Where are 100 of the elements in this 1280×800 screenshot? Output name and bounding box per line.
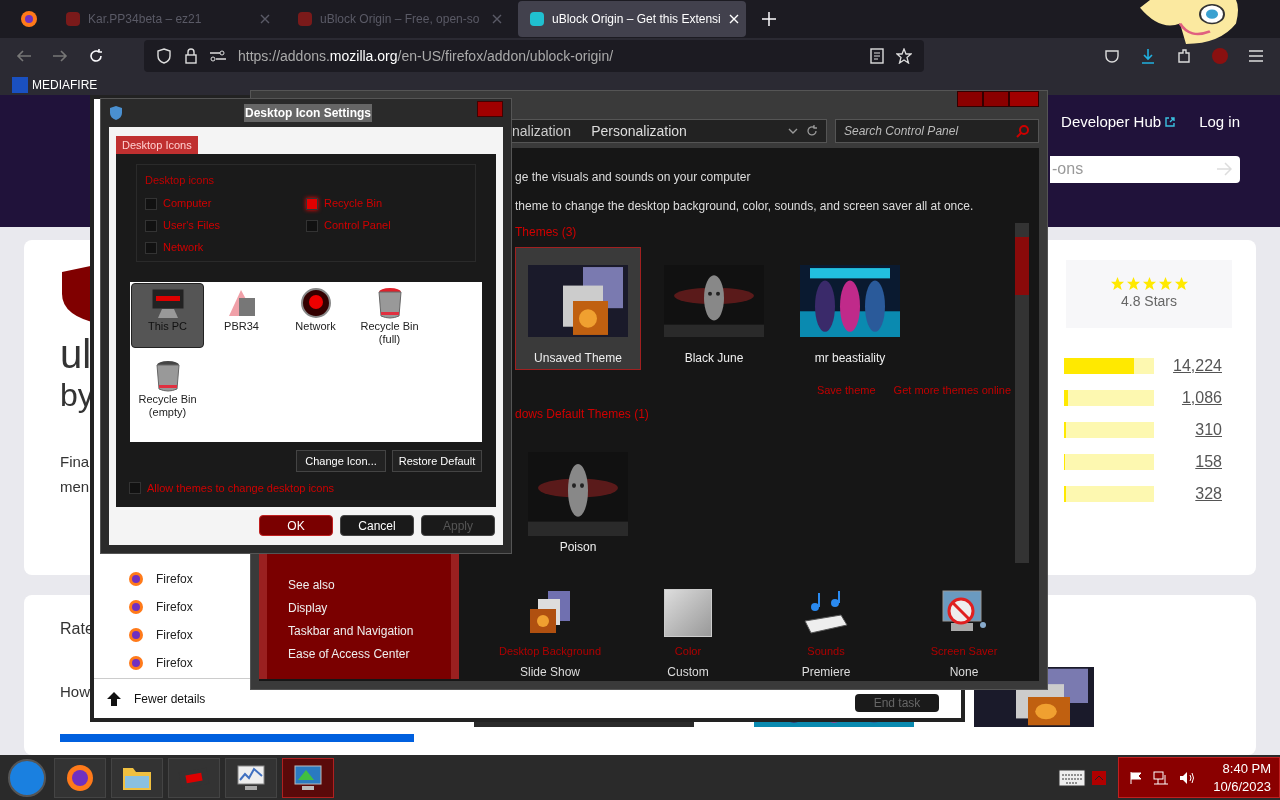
process-row[interactable]: Firefox: [128, 570, 193, 588]
browser-icon[interactable]: [20, 10, 38, 28]
setting-tile[interactable]: Sounds Premiere: [757, 586, 895, 681]
checkbox[interactable]: [145, 241, 157, 254]
bookmark-star-icon[interactable]: [896, 48, 912, 65]
process-row[interactable]: Firefox: [128, 598, 193, 616]
rating-count-link[interactable]: 14,224: [1173, 354, 1222, 378]
see-also-link[interactable]: Ease of Access Center: [288, 645, 451, 663]
reload-icon[interactable]: [88, 48, 104, 65]
header-link[interactable]: Developer Hub: [1061, 111, 1162, 134]
rating-count-link[interactable]: 1,086: [1181, 386, 1222, 410]
taskbar-app[interactable]: [282, 757, 334, 798]
theme-tile[interactable]: mr beastiality: [787, 247, 913, 370]
desktop-icon-item[interactable]: PBR34: [205, 283, 278, 348]
extensions-icon[interactable]: [1176, 48, 1192, 65]
address-bar[interactable]: https://addons.mozilla.org/en-US/firefox/addon/ublock-origin/: [144, 40, 924, 73]
browser-icon: [128, 599, 144, 615]
tab-title: uBlock Origin – Free, open-so: [320, 11, 480, 28]
setting-tile[interactable]: Screen Saver None: [895, 586, 1033, 681]
rating-count-link[interactable]: 158: [1195, 450, 1222, 474]
checkbox[interactable]: [306, 219, 318, 232]
volume-icon[interactable]: [1179, 770, 1196, 785]
desktop-icon-item[interactable]: Recycle Bin (empty): [131, 356, 204, 421]
clock-date[interactable]: 10/6/2023: [1213, 777, 1271, 796]
setting-tile[interactable]: Desktop Background Slide Show: [481, 586, 619, 681]
browser-icon: [128, 655, 144, 671]
rating-count-link[interactable]: 310: [1195, 418, 1222, 442]
process-name: Firefox: [156, 599, 193, 616]
search-icon[interactable]: [1016, 124, 1030, 138]
checkbox[interactable]: [145, 219, 157, 232]
section-heading: dows Default Themes (1): [515, 405, 649, 423]
network-icon[interactable]: [1153, 770, 1170, 785]
search-field[interactable]: Search Control Panel: [835, 119, 1039, 143]
process-row[interactable]: Firefox: [128, 626, 193, 644]
details-toggle[interactable]: Fewer details: [134, 689, 206, 708]
clock-time[interactable]: 8:40 PM: [1222, 759, 1271, 778]
checkbox[interactable]: [129, 482, 141, 495]
setting-value: Slide Show: [519, 664, 580, 681]
header-link[interactable]: Log in: [1199, 111, 1240, 134]
taskbar-app[interactable]: [225, 757, 277, 798]
lock-icon: [184, 48, 198, 65]
setting-value: Custom: [667, 664, 709, 681]
setting-value: None: [949, 664, 979, 681]
section-heading: Themes (3): [515, 224, 577, 241]
dialog-button[interactable]: OK: [259, 515, 333, 536]
change-icon-button[interactable]: Change Icon...: [296, 450, 386, 472]
pocket-icon[interactable]: [1104, 48, 1120, 65]
scrollbar-thumb[interactable]: [1015, 237, 1029, 295]
desktop-icon-item[interactable]: Recycle Bin (full): [353, 283, 426, 348]
checkbox-label: Network: [163, 240, 204, 256]
breadcrumb[interactable]: Personalization: [591, 120, 687, 142]
restore-default-button[interactable]: Restore Default: [392, 450, 482, 472]
intro-text: ge the visuals and sounds on your computer: [515, 169, 752, 186]
browser-icon: [65, 762, 95, 793]
reader-view-icon[interactable]: [870, 48, 884, 65]
rating-scale[interactable]: [60, 733, 414, 742]
process-name: Firefox: [156, 571, 193, 588]
theme-name: Poison: [559, 538, 597, 556]
star-icon: [1157, 276, 1173, 291]
start-button[interactable]: [8, 758, 46, 797]
rating-question: How: [60, 682, 90, 702]
checkbox[interactable]: [306, 197, 318, 210]
process-row[interactable]: Firefox: [128, 654, 193, 672]
dialog-button[interactable]: Cancel: [340, 515, 414, 536]
browser-tab[interactable]: uBlock Origin – Get this Extensi: [518, 1, 746, 37]
scrollbar[interactable]: [1015, 223, 1029, 563]
bookmark-link[interactable]: MEDIAFIRE: [32, 75, 98, 94]
theme-name: Black June: [684, 350, 744, 367]
new-tab-icon[interactable]: [762, 12, 776, 26]
theme-tile[interactable]: Unsaved Theme: [515, 247, 641, 370]
arrow-up-icon[interactable]: [106, 690, 122, 707]
taskbar-app[interactable]: [54, 757, 106, 798]
icon-label: Network: [294, 320, 337, 333]
keyboard-icon[interactable]: [1058, 768, 1087, 787]
flag-icon[interactable]: [1129, 770, 1144, 785]
see-also-link[interactable]: Display: [288, 599, 451, 617]
chevron-down-icon[interactable]: [788, 127, 798, 135]
checkbox[interactable]: [145, 197, 157, 210]
theme-tile[interactable]: Black June: [651, 247, 777, 370]
window-title: Desktop Icon Settings: [244, 104, 372, 122]
dialog-tab[interactable]: Desktop Icons: [116, 136, 198, 154]
refresh-icon[interactable]: [806, 125, 818, 137]
icon-label: Recycle Bin (full): [359, 320, 420, 346]
setting-label: Desktop Background: [498, 643, 602, 659]
desktop-icon-item[interactable]: Network: [279, 283, 352, 348]
taskbar-app[interactable]: [111, 757, 163, 798]
addon-title: ul: [60, 331, 93, 377]
rating-count-link[interactable]: 328: [1195, 482, 1222, 506]
theme-tile[interactable]: Poison: [515, 448, 641, 557]
tab-title: uBlock Origin – Get this Extensi: [552, 11, 721, 28]
menu-icon[interactable]: [1248, 49, 1264, 64]
icon-label: This PC: [146, 320, 189, 333]
checkbox-label: Allow themes to change desktop icons: [147, 481, 335, 496]
search-text: -ons: [1052, 159, 1084, 179]
breadcrumb[interactable]: nalization: [512, 120, 572, 142]
star-icon: [1141, 276, 1157, 291]
setting-tile[interactable]: Color Custom: [619, 586, 757, 681]
see-also-link[interactable]: Taskbar and Navigation: [288, 622, 451, 640]
download-icon[interactable]: [1140, 48, 1156, 65]
bookmark-icon: [12, 76, 28, 93]
